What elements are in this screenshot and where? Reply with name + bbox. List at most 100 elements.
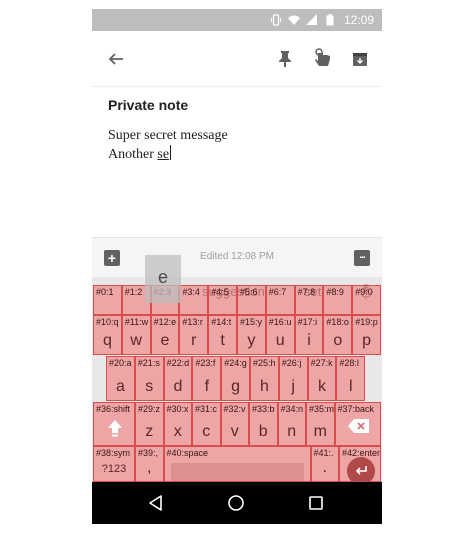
edited-timestamp: Edited 12:08 PM [200,251,274,262]
key-char: s [145,378,154,395]
key[interactable]: #22:d d [163,356,193,401]
key[interactable]: #18:o o [323,315,353,355]
status-bar: 12:09 [92,9,382,31]
key-char: r [191,332,197,349]
note-line-2-prefix: Another [108,147,158,162]
key[interactable]: #17:i i [294,315,324,355]
key[interactable]: #21:s s [134,356,164,401]
back-arrow-icon[interactable] [104,47,128,71]
key-label: #27:k [310,358,333,368]
note-editor[interactable]: Private note Super secret message Anothe… [92,87,382,237]
nav-home-icon[interactable] [227,494,245,512]
key-label: #38:sym [96,448,131,458]
archive-icon[interactable] [348,47,372,71]
key-preview-popup: e [145,255,181,303]
key[interactable]: #39:,, [135,446,164,482]
key[interactable]: #6:7 [265,285,295,315]
key-label: #29:z [138,404,161,414]
key-label: #28:l [339,358,359,368]
key-char: m [313,423,327,440]
key-char: d [173,378,183,395]
key[interactable]: #33:b b [249,402,278,446]
key[interactable]: #24:g g [221,356,250,401]
key-label: #31:c [195,404,218,414]
key-char: n [287,423,297,440]
key[interactable]: #8:9 [323,285,353,315]
key[interactable]: #27:k k [307,356,337,401]
composing-word: se [157,147,170,162]
key-label: #9:0 [355,287,373,297]
key[interactable]: #16:u u [265,315,295,355]
key[interactable]: #34:n n [277,402,306,446]
nav-back-icon[interactable] [147,494,165,512]
key-label: #11:w [124,317,149,327]
more-options-icon[interactable]: ... [354,250,370,266]
key-char: h [259,378,269,395]
key-label: #4:5 [211,287,229,297]
navigation-bar [92,482,382,524]
key-label: #18:o [326,317,349,327]
key-char: u [275,332,285,349]
key[interactable]: #37:back [334,402,381,446]
key-label: #8:9 [326,287,344,297]
key-label: #6:7 [268,287,287,297]
key-char: w [130,332,142,349]
key[interactable]: #26:j j [278,356,308,401]
key-label: #30:x [166,404,189,414]
key-label: #12:e [153,317,177,327]
key-label: #32:v [223,404,246,414]
key[interactable]: #23:f f [192,356,222,401]
key-char: g [231,378,241,395]
key[interactable]: #42:enter [339,446,381,485]
key[interactable]: #20:a a [106,356,135,401]
key[interactable]: #10:q q [93,315,122,355]
key[interactable]: #9:0 [352,285,381,315]
key[interactable]: #15:y y [237,315,266,355]
key[interactable]: #30:x x [163,402,192,446]
key-label: #1:2 [124,287,143,297]
key-char: t [220,332,225,349]
key-label: #7:8 [297,287,316,297]
key[interactable]: #19:p p [352,315,381,355]
pin-icon[interactable] [273,47,297,71]
soft-keyboard: ... suggestion set #0:1#1:2#2:3#3:4#4:5#… [92,277,382,485]
key-label: #37:back [337,404,375,414]
key[interactable]: #31:c c [192,402,221,446]
key-label: #23:f [195,358,216,368]
signal-icon [305,14,318,26]
key[interactable]: #3:4 [179,285,209,315]
key[interactable]: #38:sym ?123 [93,446,135,482]
key[interactable]: #11:w w [121,315,151,355]
reminder-hand-icon[interactable] [310,45,336,71]
note-line-2: Another se [108,145,228,164]
key-label: #5:6 [240,287,258,297]
key[interactable]: #7:8 [294,285,324,315]
note-line-1: Super secret message [108,128,228,143]
key[interactable]: #25:h h [250,356,279,401]
key[interactable]: #14:t t [208,315,237,355]
key[interactable]: #4:5 [208,285,237,315]
key[interactable]: #13:r r [179,315,209,355]
key[interactable]: #5:6 [237,285,266,315]
key[interactable]: #0:1 [93,285,122,315]
key[interactable]: #36:shift [93,402,135,446]
key[interactable]: #40:space [163,446,311,482]
key-char: l [349,378,353,395]
note-body[interactable]: Super secret message Another se [108,127,228,164]
note-title[interactable]: Private note [108,97,188,113]
battery-icon [324,14,336,26]
key-char: q [102,332,112,349]
key[interactable]: #32:v v [220,402,249,446]
key-label: #39:, [138,448,159,458]
enter-icon [347,457,375,485]
key[interactable]: #29:z z [135,402,164,446]
key-char: b [258,423,268,440]
key[interactable]: #28:l l [336,356,366,401]
key[interactable]: #12:e e [150,315,180,355]
key-label: #20:a [109,358,132,368]
key-label: #19:p [355,317,378,327]
key[interactable]: #41:.. [310,446,339,482]
key-char: v [230,423,239,440]
key[interactable]: #35:m m [306,402,335,446]
nav-recents-icon[interactable] [308,495,324,511]
